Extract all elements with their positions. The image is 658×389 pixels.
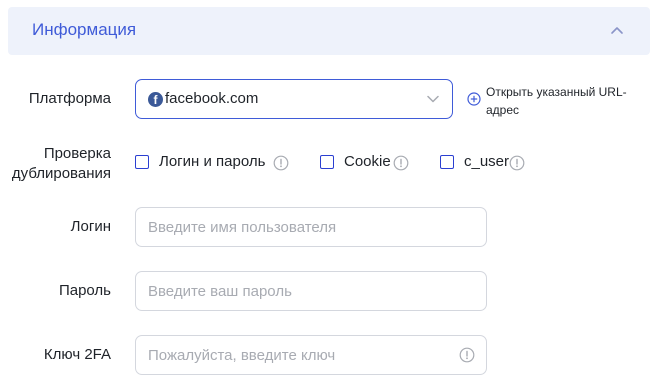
- twofa-label: Ключ 2FA: [43, 346, 111, 363]
- checkbox-label: Логин и пароль: [159, 153, 266, 170]
- platform-select-value: facebook.com: [165, 90, 259, 107]
- checkbox-login-password[interactable]: Логин и пароль: [135, 152, 295, 174]
- duplication-label-line2: дублирования: [11, 165, 111, 182]
- password-input[interactable]: [135, 271, 487, 311]
- checkbox-c-user[interactable]: c_user: [440, 152, 530, 174]
- checkbox-box[interactable]: [440, 155, 454, 169]
- checkbox-box[interactable]: [135, 155, 149, 169]
- login-label: Логин: [70, 218, 111, 235]
- section-title: Информация: [32, 20, 137, 39]
- info-icon[interactable]: [273, 155, 289, 171]
- facebook-icon: f: [148, 92, 163, 107]
- chevron-down-icon: [427, 95, 439, 103]
- duplication-label-line1: Проверка: [43, 145, 111, 162]
- checkbox-cookie[interactable]: Cookie: [320, 152, 412, 174]
- info-icon[interactable]: [459, 347, 475, 363]
- platform-label: Платформа: [28, 90, 111, 107]
- checkbox-label: Cookie: [344, 153, 391, 170]
- twofa-input[interactable]: [135, 335, 487, 375]
- info-icon[interactable]: [393, 155, 409, 171]
- info-icon[interactable]: [509, 155, 525, 171]
- section-header[interactable]: Информация: [8, 7, 650, 55]
- chevron-up-icon[interactable]: [610, 25, 624, 35]
- plus-circle-icon[interactable]: [467, 92, 481, 106]
- password-label: Пароль: [58, 282, 111, 299]
- platform-select[interactable]: f facebook.com: [135, 79, 453, 119]
- open-url-link[interactable]: Открыть указанный URL-адрес: [486, 83, 646, 119]
- checkbox-box[interactable]: [320, 155, 334, 169]
- duplication-label: Проверка дублирования: [12, 144, 111, 184]
- checkbox-label: c_user: [464, 153, 510, 170]
- login-input[interactable]: [135, 207, 487, 247]
